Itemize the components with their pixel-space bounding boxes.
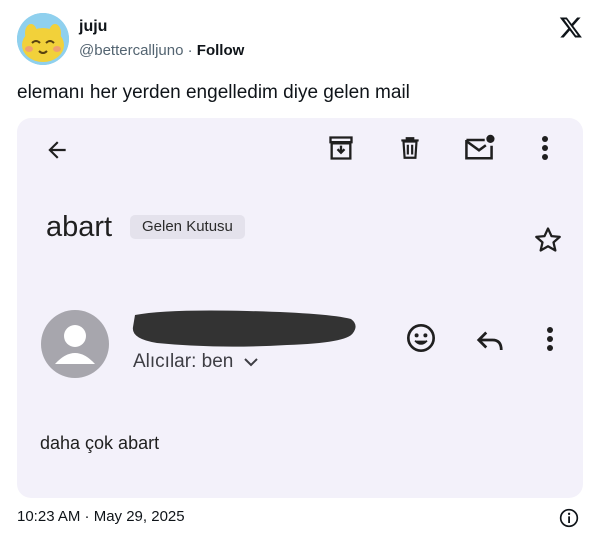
recipients-toggle[interactable]: Alıcılar: ben [133,351,259,373]
email-screenshot-card[interactable]: abart Gelen Kutusu Alıcılar: ben daha ço… [17,118,583,498]
folder-label-chip[interactable]: Gelen Kutusu [130,215,245,239]
email-subject: abart [46,211,113,243]
reply-icon[interactable] [472,322,508,358]
x-logo-icon[interactable] [559,15,583,39]
tweet-text: elemanı her yerden engelledim diye gelen… [17,82,410,103]
archive-icon[interactable] [325,132,357,164]
author-handle-line: @bettercalljuno · Follow [79,42,244,59]
author-name[interactable]: juju [79,18,107,36]
recipients-label: Alıcılar: ben [133,351,234,372]
chevron-down-icon [244,358,259,367]
star-icon[interactable] [530,222,566,258]
tweet-timestamp[interactable]: 10:23 AM · May 29, 2025 [17,508,185,525]
message-more-vert-icon[interactable] [540,323,560,355]
mark-unread-icon[interactable] [462,131,496,165]
author-avatar[interactable] [17,13,69,65]
info-icon[interactable] [559,508,579,528]
delete-icon[interactable] [394,132,426,164]
back-arrow-icon[interactable] [41,134,73,166]
tweet-header: juju @bettercalljuno · Follow [17,13,583,69]
email-body: daha çok abart [40,433,160,453]
handle-separator: · [187,42,193,59]
sender-avatar[interactable] [41,310,109,378]
follow-button[interactable]: Follow [197,42,245,59]
author-handle[interactable]: @bettercalljuno [79,42,183,59]
redacted-sender-name [132,310,356,347]
emoji-reaction-icon[interactable] [403,320,439,356]
more-vert-icon[interactable] [535,132,555,164]
